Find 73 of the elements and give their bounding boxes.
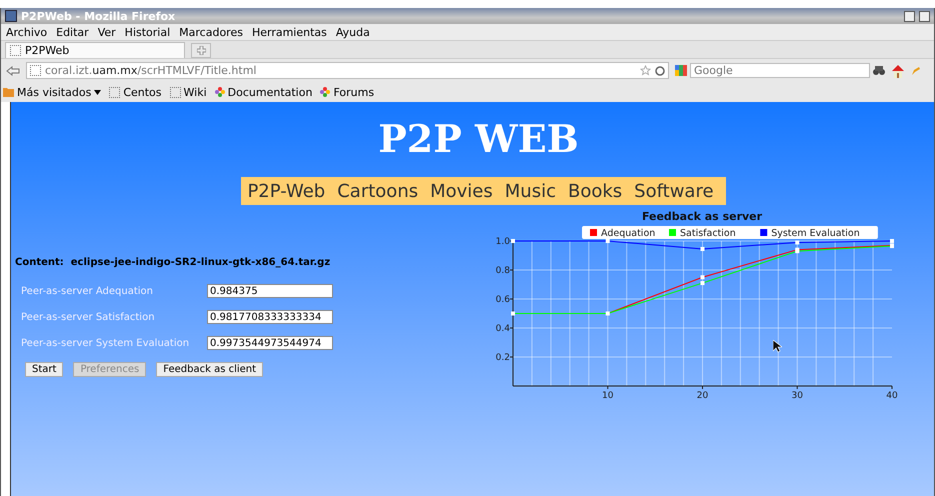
search-field[interactable]: Google — [690, 63, 870, 78]
y-tick-label: 0.6 — [496, 295, 510, 305]
back-icon[interactable] — [6, 66, 20, 76]
address-field[interactable]: coral.izt.uam.mx/scrHTMLVF/Title.html — [26, 62, 669, 79]
legend-item: Satisfaction — [669, 228, 736, 239]
action-button[interactable]: Feedback as client — [156, 362, 264, 377]
bookmark-item[interactable]: Más visitados — [3, 86, 102, 98]
bookmark-item[interactable]: Wiki — [170, 86, 207, 98]
legend-item: Adequation — [590, 228, 656, 239]
bookmark-item[interactable]: Forums — [320, 86, 374, 98]
folder-icon — [3, 87, 14, 97]
minimize-button[interactable] — [904, 10, 915, 22]
bookmark-item[interactable]: Documentation — [214, 86, 312, 98]
nav-link[interactable]: Software — [634, 181, 714, 202]
data-point — [606, 312, 610, 316]
menu-item[interactable]: Editar — [56, 26, 89, 38]
page-icon — [170, 86, 181, 98]
nav-link[interactable]: Music — [504, 181, 556, 202]
x-tick-label: 30 — [792, 391, 803, 399]
x-tick-label: 10 — [602, 391, 614, 399]
data-point — [795, 240, 800, 244]
y-tick-label: 1.0 — [496, 237, 510, 247]
window-title: P2PWeb - Mozilla Firefox — [21, 10, 176, 22]
legend-label: Satisfaction — [680, 228, 736, 239]
plus-icon — [196, 46, 206, 55]
y-tick-label: 0.2 — [496, 353, 510, 363]
nav-link[interactable]: Cartoons — [337, 181, 418, 202]
y-tick-label: 0.4 — [496, 324, 510, 334]
reload-icon[interactable] — [655, 66, 665, 76]
new-tab-button[interactable] — [191, 43, 211, 58]
field-label: Peer-as-server Satisfaction — [21, 312, 156, 322]
data-point — [606, 239, 610, 243]
page-heading: P2P WEB — [377, 116, 580, 161]
caret-icon — [94, 90, 102, 94]
menu-item[interactable]: Archivo — [6, 26, 48, 38]
legend-item: System Evaluation — [760, 228, 860, 239]
value-field[interactable]: 0.984375 — [207, 284, 333, 298]
field-label: Peer-as-server Adequation — [21, 286, 154, 296]
data-point — [700, 246, 704, 251]
maximize-button[interactable] — [919, 10, 930, 22]
browser-tab[interactable]: P2PWeb — [5, 42, 185, 58]
nav-link[interactable]: P2P-Web — [247, 181, 326, 202]
home-icon[interactable] — [891, 64, 905, 78]
search-icon[interactable] — [873, 66, 885, 76]
value-field[interactable]: 0.9973544973544974 — [207, 336, 333, 350]
value-field[interactable]: 0.9817708333333334 — [207, 310, 333, 324]
menu-item[interactable]: Ver — [98, 26, 116, 38]
y-tick-label: 0.8 — [496, 266, 510, 276]
menu-item[interactable]: Historial — [124, 26, 170, 38]
search-engine-icon[interactable] — [675, 65, 687, 76]
flower-icon — [320, 87, 330, 97]
page-icon — [109, 86, 120, 98]
nav-link[interactable]: Books — [568, 181, 622, 202]
field-label: Peer-as-server System Evaluation — [21, 338, 190, 348]
menu-item[interactable]: Ayuda — [336, 26, 370, 38]
star-icon[interactable] — [640, 65, 651, 76]
data-point — [700, 275, 704, 280]
nav-link[interactable]: Movies — [430, 181, 493, 202]
action-button[interactable]: Start — [25, 362, 64, 377]
content-name: Content: eclipse-jee-indigo-SR2-linux-gtk-x86_64.tar.gz — [15, 257, 332, 268]
menu-item[interactable]: Marcadores — [179, 26, 243, 38]
bookmark-item[interactable]: Centos — [109, 86, 162, 98]
flower-icon — [214, 87, 225, 97]
data-point — [700, 281, 704, 286]
chart-title: Feedback as server — [642, 210, 762, 223]
data-point — [511, 239, 515, 243]
mouse-cursor-icon — [773, 340, 782, 353]
legend-label: Adequation — [601, 228, 656, 239]
data-point — [511, 312, 515, 316]
app-icon — [5, 10, 17, 22]
x-tick-label: 20 — [696, 391, 708, 399]
menu-item[interactable]: Herramientas — [252, 26, 327, 38]
x-tick-label: 40 — [886, 391, 898, 399]
